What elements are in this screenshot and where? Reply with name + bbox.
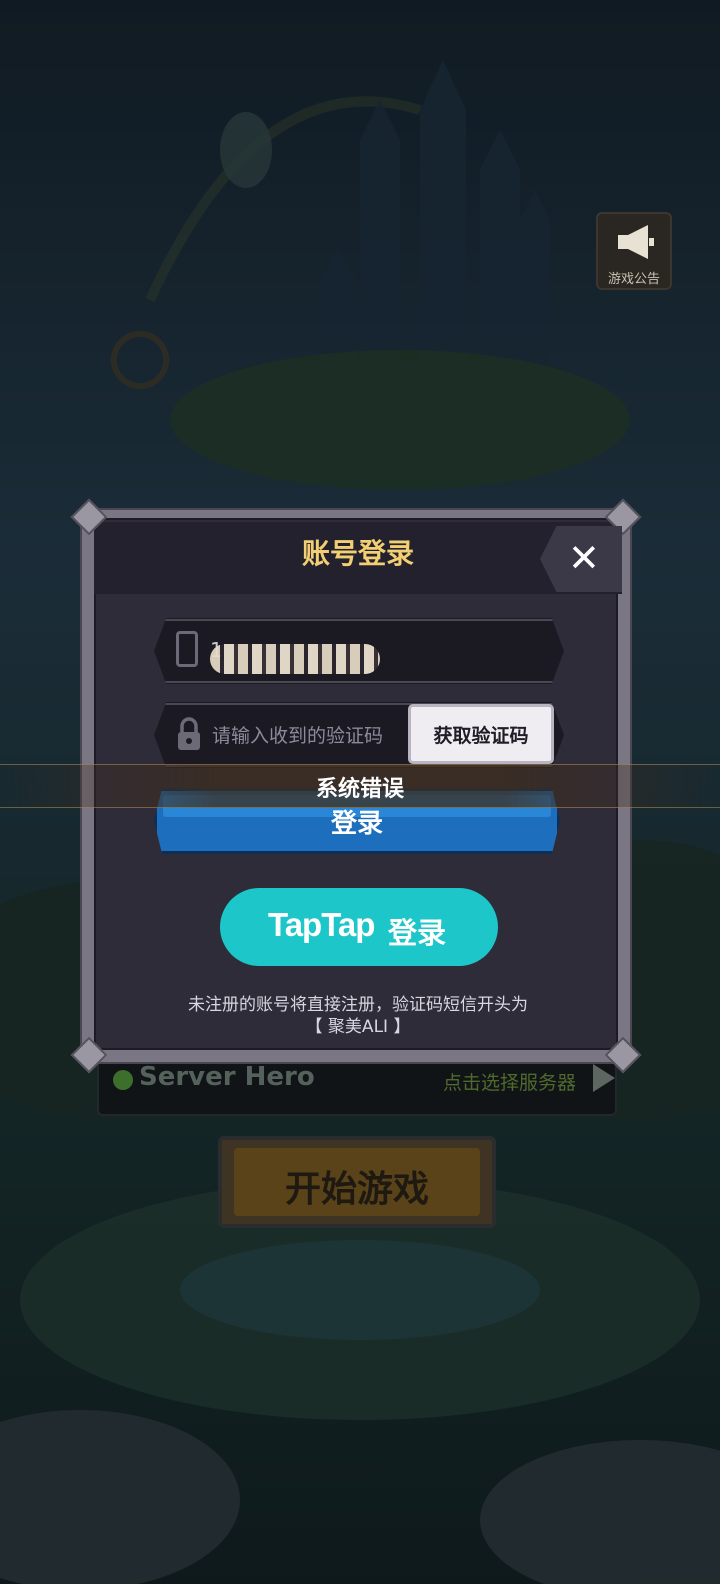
phone-number-redaction: [210, 644, 380, 674]
announcement-button[interactable]: 游戏公告: [596, 212, 672, 290]
notice-line-1: 未注册的账号将直接注册，验证码短信开头为: [188, 995, 528, 1015]
taptap-login-label: 登录: [388, 916, 447, 950]
login-label: 登录: [330, 809, 383, 839]
chevron-right-icon: [593, 1064, 615, 1092]
notice-line-2: 【 聚美ALI 】: [305, 1017, 411, 1037]
server-name: Server Hero: [139, 1062, 315, 1092]
game-login-screen: 游戏公告 Server Hero 点击选择服务器 开始游戏 账号登录 ✕ 1: [0, 0, 720, 1584]
error-toast-text: 系统错误: [315, 777, 404, 802]
phone-icon: [176, 631, 198, 667]
get-code-label: 获取验证码: [433, 725, 529, 747]
phone-field[interactable]: 1: [154, 618, 564, 684]
announcement-label: 游戏公告: [607, 272, 660, 287]
start-game-button[interactable]: 开始游戏: [218, 1136, 496, 1228]
taptap-logo: TapTap: [268, 906, 375, 943]
registration-notice: 未注册的账号将直接注册，验证码短信开头为 【 聚美ALI 】: [122, 994, 594, 1038]
start-game-label: 开始游戏: [284, 1169, 429, 1210]
get-code-button[interactable]: 获取验证码: [408, 704, 554, 764]
megaphone-icon: [618, 225, 654, 259]
verification-code-input[interactable]: [210, 718, 414, 754]
server-status-dot: [113, 1070, 133, 1090]
close-icon: ✕: [568, 536, 600, 580]
close-button[interactable]: ✕: [540, 526, 622, 592]
error-toast: 系统错误: [0, 764, 720, 808]
select-server-label: 点击选择服务器: [443, 1072, 577, 1094]
lock-icon: [178, 717, 200, 750]
taptap-login-button[interactable]: TapTap 登录: [220, 888, 498, 966]
